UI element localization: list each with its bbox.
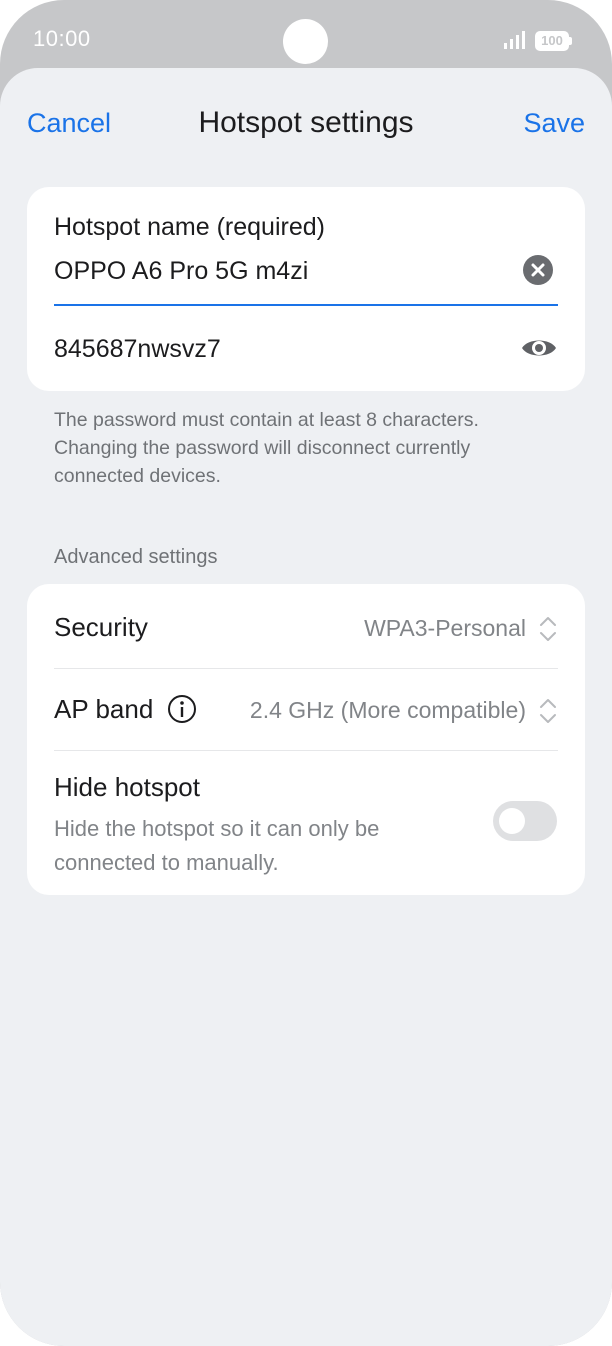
password-hint: The password must contain at least 8 cha… bbox=[54, 409, 479, 487]
hide-hotspot-label: Hide hotspot bbox=[54, 772, 200, 802]
ap-band-row[interactable]: AP band 2.4 GHz (More compatible) bbox=[54, 694, 558, 728]
updown-icon bbox=[540, 617, 556, 641]
hotspot-name-input[interactable]: OPPO A6 Pro 5G m4zi bbox=[54, 257, 308, 286]
status-time: 10:00 bbox=[33, 26, 91, 51]
password-input[interactable]: 845687nwsvz7 bbox=[54, 335, 221, 364]
security-label: Security bbox=[54, 612, 148, 642]
battery-icon: 100 bbox=[535, 31, 569, 51]
updown-icon bbox=[540, 699, 556, 723]
hide-hotspot-description: Hide the hotspot so it can only be conne… bbox=[54, 816, 380, 875]
ap-band-value: 2.4 GHz (More compatible) bbox=[249, 697, 526, 723]
security-value: WPA3-Personal bbox=[364, 615, 526, 641]
hotspot-credentials-card: Hotspot name (required) OPPO A6 Pro 5G m… bbox=[27, 187, 585, 391]
security-row[interactable]: Security WPA3-Personal bbox=[54, 612, 558, 646]
section-label-advanced: Advanced settings bbox=[54, 546, 218, 568]
eye-icon[interactable] bbox=[520, 333, 558, 363]
page-title: Hotspot settings bbox=[198, 106, 414, 139]
hide-hotspot-row: Hide hotspot Hide the hotspot so it can … bbox=[54, 772, 558, 882]
info-icon[interactable] bbox=[167, 694, 197, 724]
header: Cancel Hotspot settings Save bbox=[0, 68, 612, 178]
settings-screen: Cancel Hotspot settings Save Hotspot nam… bbox=[0, 68, 612, 1346]
hide-hotspot-toggle[interactable] bbox=[493, 801, 557, 841]
battery-tip bbox=[569, 37, 572, 45]
hotspot-name-label: Hotspot name (required) bbox=[54, 213, 325, 241]
divider bbox=[54, 750, 558, 751]
phone-frame: 10:00 100 Cancel Hotspot settings Save H… bbox=[0, 0, 612, 1346]
ap-band-label: AP band bbox=[54, 694, 154, 724]
save-button[interactable]: Save bbox=[523, 108, 585, 139]
name-field-underline bbox=[54, 304, 558, 306]
signal-icon bbox=[504, 31, 525, 49]
clear-icon[interactable] bbox=[523, 255, 553, 285]
divider bbox=[54, 668, 558, 669]
advanced-settings-card: Security WPA3-Personal AP band 2.4 GHz (… bbox=[27, 584, 585, 895]
toggle-knob bbox=[499, 808, 525, 834]
camera-cutout bbox=[283, 19, 328, 64]
